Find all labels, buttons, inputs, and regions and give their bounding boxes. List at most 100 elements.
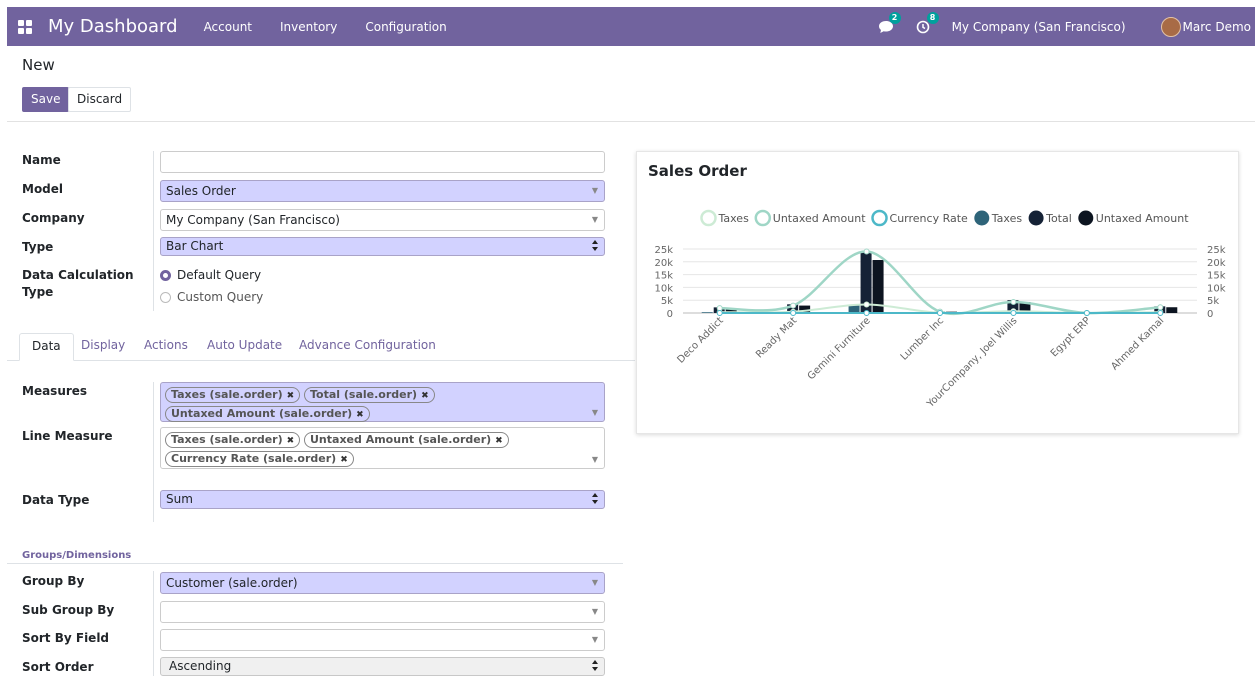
line-point — [1083, 309, 1090, 316]
line-point — [1157, 304, 1164, 311]
menu-inventory[interactable]: Inventory — [280, 20, 337, 34]
legend-label: Untaxed Amount — [773, 212, 866, 225]
remove-tag-icon: ✖ — [286, 436, 295, 446]
legend-label: Taxes — [991, 212, 1023, 225]
line-point — [1010, 298, 1017, 305]
type-select[interactable]: Bar Chart — [160, 237, 605, 256]
user-avatar[interactable] — [1160, 16, 1181, 37]
line-point — [790, 309, 797, 316]
y-tick-label-right: 20k — [1207, 258, 1226, 269]
measure-tag[interactable]: Untaxed Amount (sale.order) ✖ — [165, 406, 370, 422]
group-by-value: Customer (sale.order) — [166, 576, 298, 590]
bar — [701, 312, 713, 313]
line-point — [863, 301, 870, 308]
tab-display[interactable]: Display — [81, 333, 125, 361]
divider — [153, 151, 154, 311]
caret-down-icon: ▼ — [591, 578, 598, 587]
y-tick-label-right: 5k — [1207, 296, 1219, 307]
measure-tag[interactable]: Total (sale.order) ✖ — [304, 387, 435, 403]
sort-order-select[interactable]: Ascending — [160, 657, 605, 676]
caret-down-icon: ▼ — [591, 455, 598, 464]
measures-field[interactable]: Taxes (sale.order) ✖ Total (sale.order) ✖ … — [160, 382, 605, 422]
legend-label: Currency Rate — [890, 212, 969, 225]
menu-account[interactable]: Account — [204, 20, 252, 34]
line-measure-tag[interactable]: Untaxed Amount (sale.order) ✖ — [304, 432, 509, 448]
y-tick-label: 20k — [654, 258, 673, 269]
y-tick-label-right: 15k — [1207, 271, 1226, 282]
company-label: Company — [22, 211, 85, 225]
caret-down-icon: ▼ — [591, 635, 598, 644]
line-measure-tag[interactable]: Taxes (sale.order) ✖ — [165, 432, 301, 448]
line-point — [863, 309, 870, 316]
bar — [1166, 307, 1178, 313]
radio-checked-icon — [160, 269, 171, 281]
sort-field-label: Sort By Field — [22, 631, 110, 645]
remove-tag-icon: ✖ — [356, 410, 364, 420]
remove-tag-icon: ✖ — [340, 455, 348, 465]
calc-type-label: Data Calculation — [22, 268, 134, 282]
sub-group-label: Sub Group By — [22, 603, 115, 617]
chart-preview-card: Sales Order Taxes Untaxed Amount Currency … — [636, 151, 1239, 434]
custom-query-radio[interactable]: Custom Query — [160, 290, 263, 304]
caret-down-icon: ▼ — [591, 186, 598, 195]
line-measure-label: Line Measure — [22, 429, 113, 443]
page-title: New — [22, 56, 55, 74]
measure-tag[interactable]: Taxes (sale.order) ✖ — [165, 387, 301, 403]
legend-swatch — [754, 209, 772, 227]
radio-unchecked-icon — [160, 291, 171, 303]
line-point — [1157, 309, 1164, 316]
save-button[interactable]: Save — [22, 87, 70, 112]
y-tick-label: 15k — [654, 271, 673, 282]
caret-down-icon: ▼ — [591, 215, 598, 224]
data-type-select[interactable]: Sum — [160, 490, 605, 509]
line-point — [863, 248, 870, 255]
activities-button[interactable]: 8 — [916, 11, 939, 34]
apps-menu-icon[interactable] — [18, 19, 32, 34]
default-query-label: Default Query — [177, 268, 262, 282]
y-tick-label-right: 0 — [1207, 309, 1213, 320]
sub-group-select[interactable]: ▼ — [160, 601, 605, 623]
discard-button[interactable]: Discard — [68, 87, 132, 112]
y-tick-label: 5k — [661, 296, 673, 307]
line-measure-field[interactable]: Taxes (sale.order) ✖ Untaxed Amount (sale… — [160, 427, 605, 469]
x-tick-label: Ready Mat — [754, 315, 799, 360]
menu-configuration[interactable]: Configuration — [365, 20, 446, 34]
legend-swatch — [871, 209, 888, 227]
sort-order-label: Sort Order — [22, 660, 94, 674]
y-tick-label-right: 25k — [1207, 245, 1226, 256]
select-arrows-icon — [592, 493, 598, 507]
remove-tag-icon: ✖ — [286, 391, 295, 401]
company-select[interactable]: My Company (San Francisco) ▼ — [160, 209, 605, 231]
data-type-label: Data Type — [22, 493, 90, 507]
line-measure-tag[interactable]: Currency Rate (sale.order) ✖ — [165, 451, 354, 467]
group-by-select[interactable]: Customer (sale.order) ▼ — [160, 572, 605, 594]
sort-field-select[interactable]: ▼ — [160, 629, 605, 651]
line-point — [1010, 309, 1017, 316]
app-brand[interactable]: My Dashboard — [48, 16, 178, 37]
tab-auto-update[interactable]: Auto Update — [207, 333, 282, 361]
groups-section-title: Groups/Dimensions — [22, 550, 132, 561]
messages-button[interactable]: 2 — [878, 11, 901, 34]
select-arrows-icon — [592, 660, 598, 674]
tab-advance-configuration[interactable]: Advance Configuration — [299, 333, 436, 361]
line-point — [790, 302, 797, 309]
model-select[interactable]: Sales Order ▼ — [160, 180, 605, 202]
default-query-radio[interactable]: Default Query — [160, 268, 261, 282]
model-value: Sales Order — [166, 184, 236, 198]
tab-actions[interactable]: Actions — [144, 333, 188, 361]
company-value: My Company (San Francisco) — [166, 213, 340, 227]
company-switcher[interactable]: My Company (San Francisco) — [952, 20, 1126, 34]
tab-data[interactable]: Data — [19, 333, 74, 361]
name-input[interactable] — [160, 151, 605, 173]
type-value: Bar Chart — [166, 239, 224, 253]
notebook-tabs: Data Display Actions Auto Update Advance… — [7, 333, 635, 361]
model-label: Model — [22, 182, 64, 196]
legend-swatch — [1028, 210, 1044, 226]
legend-swatch — [700, 209, 717, 227]
remove-tag-icon: ✖ — [495, 436, 503, 446]
user-menu[interactable]: Marc Demo — [1183, 20, 1251, 34]
activities-badge: 8 — [926, 11, 939, 24]
line-point — [716, 305, 723, 312]
legend-label: Total — [1045, 212, 1072, 225]
series-line — [719, 250, 1161, 316]
